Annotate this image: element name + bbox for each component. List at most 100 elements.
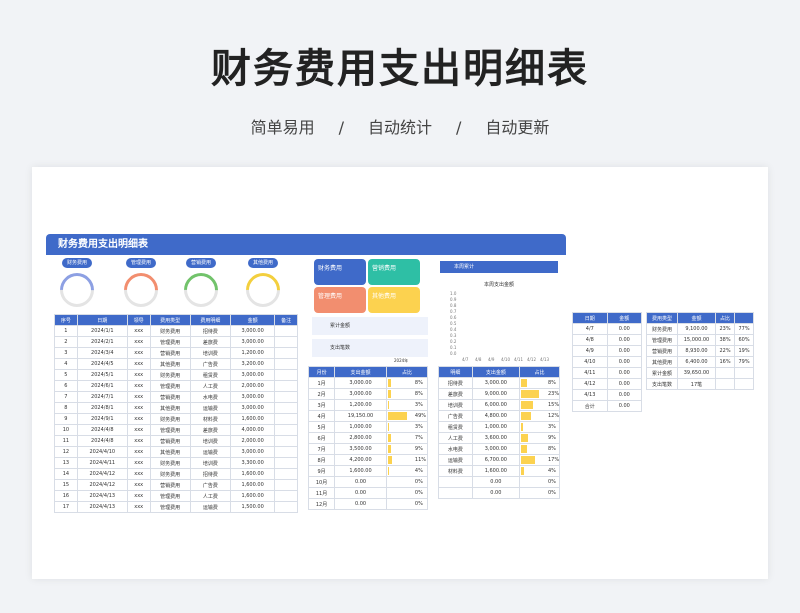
- y-tick-label: 0.9: [450, 297, 457, 302]
- table-header: 占比: [715, 312, 736, 324]
- table-cell: xxx: [126, 413, 151, 425]
- table-cell: 营销费用: [149, 435, 191, 447]
- table-cell: 4,000.00: [230, 424, 276, 436]
- share-value: 11%: [414, 457, 427, 463]
- table-cell: 2024/4/12: [76, 468, 128, 480]
- table-cell: 营销费用: [149, 479, 191, 491]
- table-row: 11月 0.00 0%: [307, 487, 429, 499]
- table-cell: 1,000.00: [471, 421, 520, 433]
- table-cell: 0.00: [606, 378, 643, 390]
- table-cell: 水电费: [189, 391, 232, 403]
- table-cell: 管理费用: [646, 334, 678, 346]
- table-cell: 管理费用: [149, 490, 191, 502]
- table-cell: 15: [54, 479, 78, 491]
- progress-ring: [52, 265, 102, 315]
- table-cell: 1,500.00: [230, 501, 276, 513]
- share-bar-cell: 0%: [385, 476, 429, 488]
- table-cell: 12月: [307, 498, 336, 510]
- table-row: 4/13 0.00: [572, 389, 643, 401]
- share-bar: [387, 401, 390, 409]
- share-bar-cell: 8%: [385, 377, 429, 389]
- table-row: 17 2024/4/13 xxx 管理费用 运输费 1,500.00: [54, 501, 298, 513]
- share-value: 0%: [547, 479, 556, 485]
- table-row: 4/9 0.00: [572, 345, 643, 357]
- table-cell: [715, 367, 736, 379]
- table-cell: [274, 413, 298, 425]
- table-cell: 6,700.00: [471, 454, 520, 466]
- share-value: 4%: [547, 468, 556, 474]
- table-cell: 60%: [734, 334, 754, 346]
- table-header: 日期: [76, 314, 128, 326]
- date-table: 日期 金额 4/7 0.00 4/8 0.00 4/9 0.00 4/10 0.00 4/11 0.0…: [572, 312, 643, 412]
- table-cell: 2024/2/1: [76, 336, 128, 348]
- table-cell: 2024/8/1: [76, 402, 128, 414]
- share-bar-cell: 4%: [385, 465, 429, 477]
- table-header: 月份: [307, 366, 336, 378]
- table-cell: 培训费: [189, 457, 232, 469]
- table-row: 10月 0.00 0%: [307, 476, 429, 488]
- y-tick-label: 0.7: [450, 309, 457, 314]
- table-cell: 培训费: [189, 347, 232, 359]
- table-header: [734, 312, 754, 324]
- table-cell: 11: [54, 435, 78, 447]
- table-header: 序号: [54, 314, 78, 326]
- table-cell: 16: [54, 490, 78, 502]
- category-card: 管理费用: [314, 287, 366, 313]
- table-cell: 4月: [307, 410, 336, 422]
- table-header: 费用明细: [189, 314, 232, 326]
- table-cell: 4,200.00: [334, 454, 387, 466]
- y-tick-label: 0.8: [450, 303, 457, 308]
- table-cell: 财务费用: [149, 325, 191, 337]
- table-cell: [274, 358, 298, 370]
- share-bar: [387, 467, 390, 475]
- table-cell: 营销费用: [149, 347, 191, 359]
- table-row: 5 2024/5/1 xxx 财务费用 租赁费 3,000.00: [54, 369, 298, 381]
- share-bar-cell: 23%: [518, 388, 561, 400]
- table-cell: 4/10: [572, 356, 608, 368]
- category-pill: 管理费用: [126, 258, 156, 268]
- table-cell: 19%: [734, 345, 754, 357]
- table-cell: 1,600.00: [230, 413, 276, 425]
- share-bar-cell: 0%: [518, 476, 561, 488]
- table-header: 金额: [230, 314, 276, 326]
- share-bar: [520, 390, 540, 398]
- table-cell: 4/7: [572, 323, 608, 335]
- table-cell: 2024/4/13: [76, 501, 128, 513]
- table-row: 3月 1,200.00 3%: [307, 399, 429, 411]
- table-row: 合计 0.00: [572, 400, 643, 412]
- table-cell: 广告费: [438, 410, 473, 422]
- table-cell: 9,000.00: [471, 388, 520, 400]
- table-cell: 2024/7/1: [76, 391, 128, 403]
- table-cell: 营销费用: [646, 345, 678, 357]
- table-row: 4月 19,150.00 49%: [307, 410, 429, 422]
- table-cell: xxx: [126, 424, 151, 436]
- table-cell: 招待费: [189, 325, 232, 337]
- table-cell: 77%: [734, 323, 754, 335]
- table-cell: xxx: [126, 435, 151, 447]
- hero-features: 简单易用 / 自动统计 / 自动更新: [0, 114, 800, 138]
- share-value: 23%: [547, 391, 560, 397]
- table-cell: 6,400.00: [676, 356, 717, 368]
- table-cell: 12: [54, 446, 78, 458]
- table-cell: 8: [54, 402, 78, 414]
- share-bar-cell: 0%: [385, 498, 429, 510]
- table-cell: xxx: [126, 391, 151, 403]
- share-value: 8%: [547, 380, 556, 386]
- table-header: 支出金额: [334, 366, 387, 378]
- year-label: 2024年: [394, 358, 409, 363]
- table-cell: 6,000.00: [471, 399, 520, 411]
- y-tick-label: 0.4: [450, 327, 457, 332]
- table-cell: 3,000.00: [230, 402, 276, 414]
- share-value: 0%: [414, 501, 423, 507]
- table-cell: 10: [54, 424, 78, 436]
- x-tick-label: 4/13: [540, 357, 549, 362]
- table-cell: [438, 476, 473, 488]
- table-cell: [274, 435, 298, 447]
- table-row: 0.00 0%: [438, 476, 561, 488]
- table-row: 8月 4,200.00 11%: [307, 454, 429, 466]
- table-cell: 3,000.00: [230, 391, 276, 403]
- table-cell: 5: [54, 369, 78, 381]
- share-bar: [520, 412, 531, 420]
- table-cell: 4,800.00: [471, 410, 520, 422]
- table-row: 培训费 6,000.00 15%: [438, 399, 561, 411]
